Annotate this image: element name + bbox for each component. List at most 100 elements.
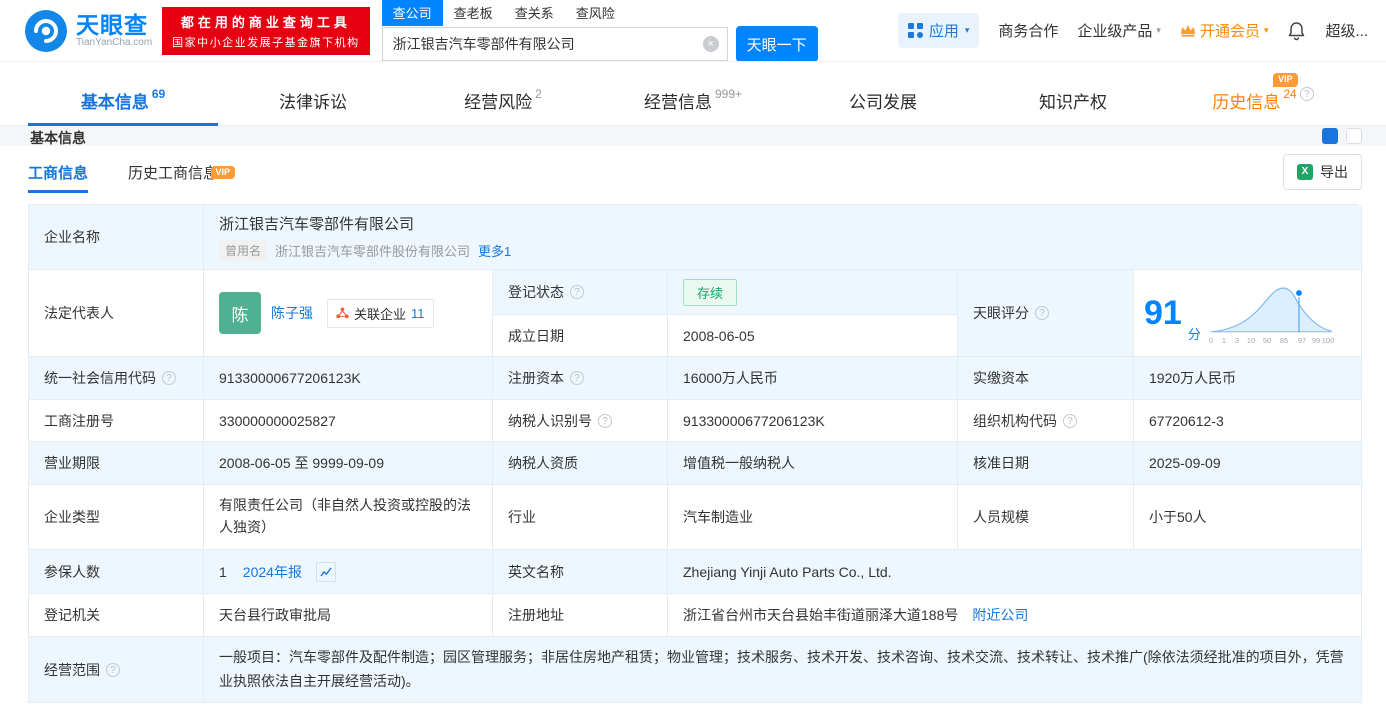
help-icon[interactable]: ?	[598, 413, 612, 428]
paid-capital-label: 实缴资本	[958, 357, 1134, 400]
business-term-label: 营业期限	[29, 442, 204, 485]
tab-legal-proceedings[interactable]: 法律诉讼	[218, 76, 408, 125]
search-button[interactable]: 天眼一下	[735, 26, 818, 61]
business-scope-label: 经营范围 ?	[29, 637, 204, 703]
tab-basic-info[interactable]: 基本信息 69	[28, 76, 218, 126]
tab-company-development[interactable]: 公司发展	[788, 76, 978, 125]
help-icon[interactable]: ?	[162, 371, 176, 385]
business-scope-value: 一般项目：汽车零部件及配件制造；园区管理服务；非居住房地产租赁；物业管理；技术服…	[204, 637, 1362, 703]
tab-label: 基本信息	[80, 93, 149, 112]
approval-date-value: 2025-09-09	[1134, 442, 1362, 485]
trend-chart-button[interactable]	[315, 561, 336, 582]
help-icon[interactable]: ?	[1063, 413, 1077, 428]
search-tab-boss[interactable]: 查老板	[443, 0, 504, 26]
search-tab-relation[interactable]: 查关系	[504, 0, 565, 26]
search-box: ×	[381, 27, 728, 61]
subtab-history-registration[interactable]: VIP 历史工商信息	[128, 146, 236, 198]
tianyancha-logo[interactable]: 天眼查 TianYanCha.com	[24, 9, 152, 53]
registration-authority-label: 登记机关	[29, 594, 204, 637]
avatar[interactable]: 陈	[219, 292, 261, 334]
legal-rep-label: 法定代表人	[29, 270, 204, 357]
excel-icon: X	[1297, 164, 1313, 180]
tab-label: 法律诉讼	[279, 93, 347, 112]
taxpayer-id-value: 91330000677206123K	[668, 400, 958, 442]
tab-label: 经营信息	[643, 93, 712, 112]
search-tab-risk[interactable]: 查风险	[565, 0, 626, 26]
vip-badge: VIP	[210, 165, 236, 180]
registration-no-value: 330000000025827	[204, 400, 493, 442]
credit-code-label: 统一社会信用代码 ?	[29, 357, 204, 400]
industry-value: 汽车制造业	[668, 485, 958, 550]
approval-date-label: 核准日期	[958, 442, 1134, 485]
legal-rep-link[interactable]: 陈子强	[271, 303, 313, 323]
crown-icon	[1180, 25, 1195, 37]
established-value: 2008-06-05	[668, 315, 958, 357]
taxpayer-id-label: 纳税人识别号 ?	[493, 400, 668, 442]
help-icon[interactable]: ?	[1299, 86, 1314, 101]
annual-report-link[interactable]: 2024年报	[243, 562, 302, 582]
company-name: 浙江银吉汽车零部件有限公司	[219, 216, 415, 233]
menu-enterprise[interactable]: 企业级产品 ▾	[1077, 20, 1161, 41]
status-value: 存续	[668, 270, 958, 315]
tab-history-info[interactable]: VIP 历史信息 24 ?	[1168, 73, 1358, 125]
insured-count-label: 参保人数	[29, 550, 204, 594]
logo-text-en: TianYanCha.com	[76, 37, 153, 49]
clear-icon[interactable]: ×	[702, 36, 719, 52]
svg-text:99: 99	[1312, 336, 1320, 345]
credit-code-value: 91330000677206123K	[204, 357, 493, 400]
registered-capital-label: 注册资本 ?	[493, 357, 668, 400]
promo-line1: 都在用的商业查询工具	[180, 14, 351, 30]
export-button[interactable]: X 导出	[1283, 154, 1362, 190]
tab-count: 69	[151, 86, 166, 101]
menu-vip[interactable]: 开通会员 ▾	[1180, 20, 1268, 41]
more-link[interactable]: 更多1	[478, 241, 511, 260]
company-name-value: 浙江银吉汽车零部件有限公司 曾用名 浙江银吉汽车零部件股份有限公司 更多1	[204, 205, 1362, 270]
score-label: 天眼评分 ?	[958, 270, 1134, 357]
menu-cooperation[interactable]: 商务合作	[998, 20, 1058, 41]
logo-text-cn: 天眼查	[76, 11, 148, 38]
related-companies-label: 关联企业	[354, 306, 407, 322]
related-companies-count: 11	[411, 305, 425, 321]
taxpayer-quality-value: 增值税一般纳税人	[668, 442, 958, 485]
related-companies-button[interactable]: 关联企业 11	[327, 298, 434, 328]
subtab-business-registration[interactable]: 工商信息	[28, 146, 89, 198]
org-code-value: 67720612-3	[1134, 400, 1362, 442]
staff-size-label: 人员规模	[958, 485, 1134, 550]
toolbar-icon[interactable]	[1346, 128, 1362, 144]
english-name-value: Zhejiang Yinji Auto Parts Co., Ltd.	[668, 550, 1362, 594]
tab-intellectual-property[interactable]: 知识产权	[978, 76, 1168, 125]
network-icon	[336, 307, 349, 319]
tab-count: 2	[535, 86, 542, 101]
svg-text:3: 3	[1235, 336, 1239, 345]
svg-text:1: 1	[1222, 336, 1226, 345]
help-icon[interactable]: ?	[570, 371, 584, 385]
apps-menu[interactable]: 应用 ▾	[897, 13, 980, 48]
promo-line2: 国家中小企业发展子基金旗下机构	[172, 36, 360, 49]
svg-text:0: 0	[1209, 336, 1213, 345]
logo-eye-icon	[25, 9, 67, 52]
search-input[interactable]	[382, 36, 703, 52]
score-curve-chart: 0 1 3 10 50 85 97 99 100	[1209, 287, 1334, 345]
promo-banner: 都在用的商业查询工具 国家中小企业发展子基金旗下机构	[162, 6, 370, 55]
registered-address-value: 浙江省台州市天台县始丰街道丽泽大道188号 附近公司	[668, 594, 1362, 637]
paid-capital-value: 1920万人民币	[1134, 357, 1362, 400]
svg-text:85: 85	[1280, 336, 1288, 345]
tab-business-info[interactable]: 经营信息 999+	[598, 76, 788, 125]
svg-text:97: 97	[1298, 336, 1306, 345]
score-unit: 分	[1187, 327, 1201, 342]
former-name-tag: 曾用名	[219, 240, 268, 261]
former-name: 浙江银吉汽车零部件股份有限公司	[275, 244, 471, 259]
svg-text:50: 50	[1263, 336, 1271, 345]
tab-label: 知识产权	[1039, 93, 1107, 112]
tab-operation-risk[interactable]: 经营风险 2	[408, 76, 598, 125]
search-tab-company[interactable]: 查公司	[381, 0, 443, 26]
staff-size-value: 小于50人	[1134, 485, 1362, 550]
help-icon[interactable]: ?	[106, 662, 120, 677]
menu-super-vip[interactable]: 超级...	[1325, 20, 1368, 41]
tab-label: 历史信息	[1212, 93, 1281, 112]
help-icon[interactable]: ?	[1035, 306, 1049, 320]
nearby-companies-link[interactable]: 附近公司	[972, 605, 1028, 625]
toolbar-icon[interactable]	[1322, 128, 1338, 144]
notification-bell[interactable]	[1287, 21, 1306, 41]
help-icon[interactable]: ?	[570, 285, 584, 299]
